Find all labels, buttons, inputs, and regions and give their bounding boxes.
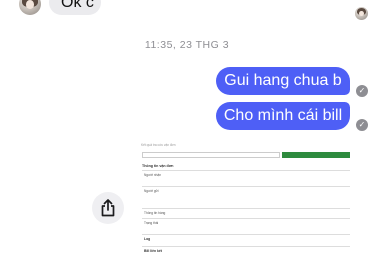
- outgoing-message-bubble[interactable]: Cho mình cái bill: [216, 102, 350, 130]
- attachment-search-field: [142, 152, 280, 158]
- outgoing-message-text: Gui hang chua b: [224, 72, 342, 89]
- message-timestamp: 11:35, 23 THG 3: [144, 39, 230, 51]
- outgoing-message-bubble[interactable]: Gui hang chua b: [216, 67, 350, 95]
- attachment-row: Người gửi: [142, 186, 350, 207]
- share-button[interactable]: [92, 192, 124, 224]
- attachment-header: Thông tin vận đơn: [142, 164, 174, 168]
- row-label: Người gửi: [144, 189, 159, 193]
- row-label: Thông tin hàng: [144, 211, 166, 215]
- attachment-section: Log: [142, 234, 350, 244]
- outgoing-message-text: Cho mình cái bill: [223, 107, 343, 124]
- attachment-section: Bill liên kết: [142, 246, 350, 256]
- incoming-message-bubble[interactable]: Ok c: [49, 0, 101, 15]
- incoming-message-text: Ok c: [61, 0, 94, 11]
- row-label: Người nhận: [144, 173, 161, 177]
- attachment-row: Thông tin hàng: [142, 208, 350, 217]
- avatar-face: [25, 0, 35, 9]
- row-label: Trạng thái: [144, 221, 159, 225]
- read-receipt-avatar: [355, 7, 368, 20]
- attachment-row: Trạng thái: [142, 218, 350, 229]
- sent-check-icon: ✓: [356, 119, 368, 131]
- attachment-search-button: [282, 152, 350, 158]
- attachment-row: Người nhận: [142, 170, 350, 185]
- image-attachment[interactable]: Kết quả tra cứu vận đơn Thông tin vận đơ…: [139, 137, 355, 257]
- sent-check-icon: ✓: [356, 85, 368, 97]
- contact-avatar[interactable]: [19, 0, 41, 15]
- attachment-note: Kết quả tra cứu vận đơn: [141, 143, 176, 147]
- avatar-face: [358, 10, 365, 17]
- share-icon: [101, 199, 115, 217]
